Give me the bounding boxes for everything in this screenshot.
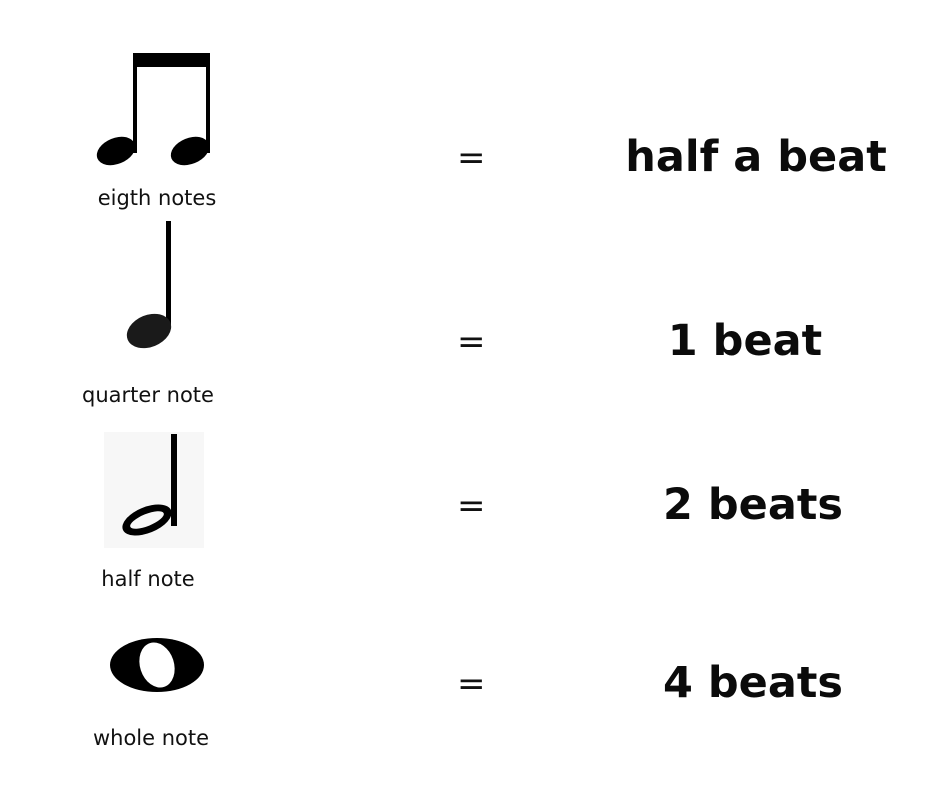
eighth-notes-icon [96,53,210,166]
quarter-note-icon [126,221,172,349]
quarter-note-label: quarter note [82,383,214,407]
whole-note-icon [110,638,204,692]
half-note-label: half note [101,567,195,591]
equals-sign: = [457,138,486,178]
quarter-note-value: 1 beat [667,316,823,366]
equals-sign: = [457,486,486,526]
eighth-notes-label: eigth notes [97,186,217,210]
equals-sign: = [457,322,486,362]
half-note-icon [104,432,204,548]
eighth-notes-value: half a beat [625,132,887,182]
equals-sign: = [457,664,486,704]
half-note-value: 2 beats [663,480,843,530]
whole-note-label: whole note [92,726,210,750]
whole-note-value: 4 beats [663,658,843,708]
